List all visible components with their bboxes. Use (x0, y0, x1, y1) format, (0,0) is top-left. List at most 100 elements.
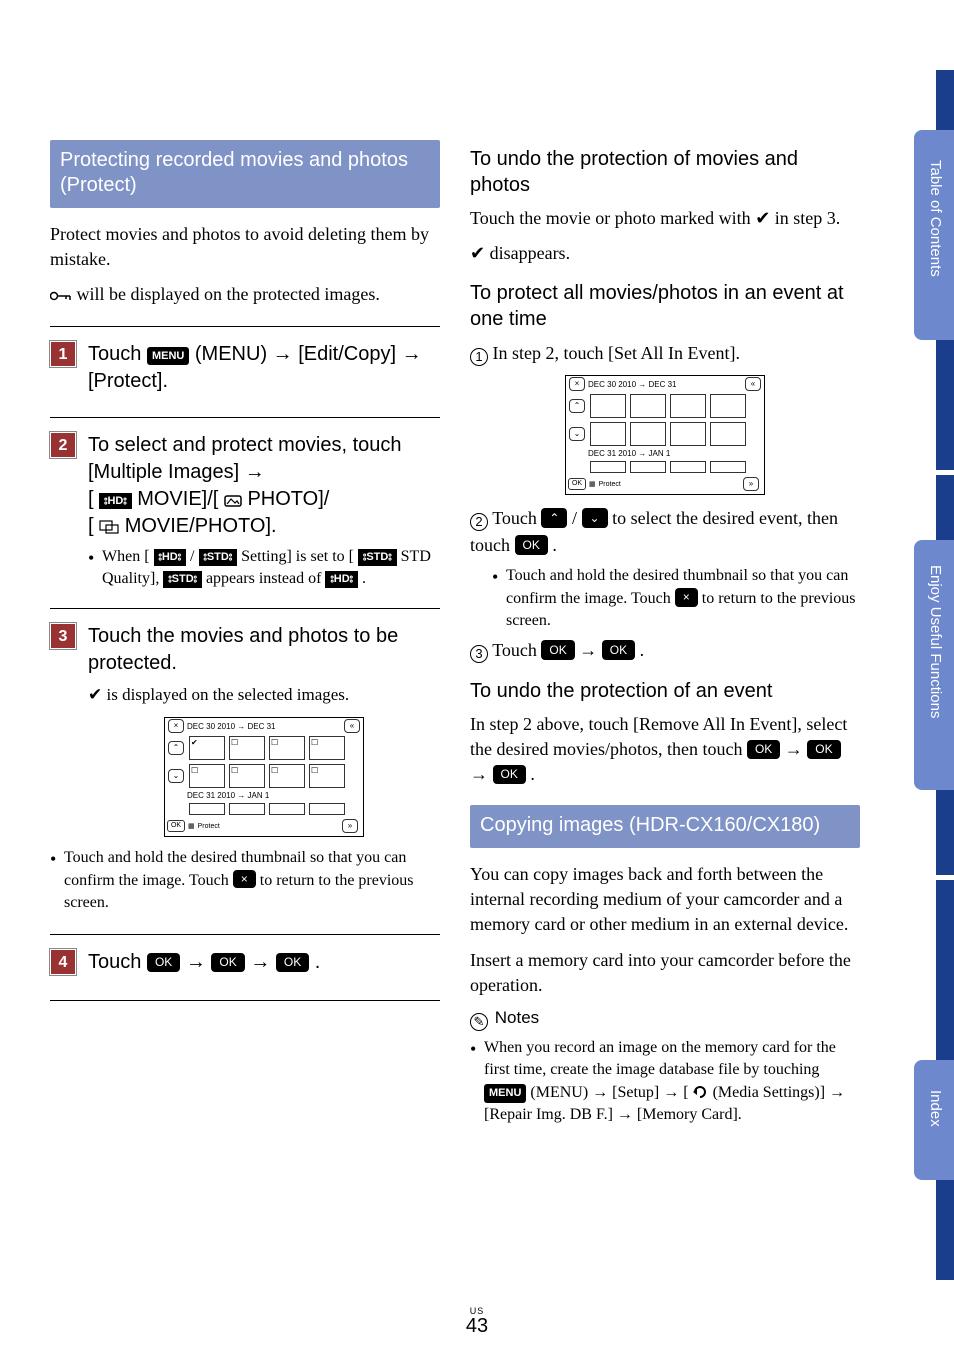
tab-label[interactable]: Table of Contents (927, 160, 944, 277)
note-bullet: When [ ⦂HD⦂ / ⦂STD⦂ Setting] is set to [… (88, 546, 440, 591)
thumbnail (590, 394, 626, 418)
down-icon: ⌄ (168, 769, 184, 783)
thumbnail (269, 803, 305, 815)
text: Touch (492, 640, 541, 660)
thumbnail (710, 422, 746, 446)
circled-number-icon: 3 (470, 645, 488, 663)
date-label: DEC 30 2010 → DEC 31 (187, 721, 276, 732)
thumbnail (710, 394, 746, 418)
tab-label[interactable]: Index (927, 1090, 944, 1127)
date-label: DEC 30 2010 → DEC 31 (588, 379, 677, 390)
circled-number-icon: 2 (470, 513, 488, 531)
thumbnail (630, 394, 666, 418)
thumbnail: ☐ (309, 764, 345, 788)
text: will be displayed on the protected image… (72, 284, 380, 304)
ok-pill-icon: OK (602, 640, 635, 660)
text: Touch (88, 951, 147, 973)
photo-icon (224, 493, 242, 507)
text: [Protect]. (88, 370, 168, 392)
step-number: 3 (50, 623, 76, 649)
text: . (640, 640, 645, 660)
section-heading-protect: Protecting recorded movies and photos (P… (50, 140, 440, 208)
tab-label[interactable]: Enjoy Useful Functions (927, 565, 944, 718)
step-number: 2 (50, 432, 76, 458)
down-pill-icon: ⌄ (582, 508, 608, 528)
text: . (552, 535, 557, 555)
subheading: To undo the protection of an event (470, 678, 860, 704)
media-settings-icon (693, 1085, 709, 1099)
check-icon: ✔ (755, 208, 770, 228)
arrow-icon: → (829, 1084, 845, 1101)
scroll-up-icon: « (344, 719, 360, 733)
notes-icon: ✎ (470, 1013, 488, 1031)
subheading: To protect all movies/photos in an event… (470, 280, 860, 332)
ok-pill-icon: OK (747, 740, 780, 759)
thumbnail (670, 461, 706, 473)
text: ✔ is displayed on the selected images. (88, 683, 440, 707)
arrow-icon: → (592, 1084, 608, 1101)
text: [Edit/Copy] (298, 343, 401, 365)
thumbnail (670, 394, 706, 418)
step-instruction: Touch the movies and photos to be protec… (88, 623, 440, 677)
ok-pill-icon: OK (276, 953, 309, 971)
date-label: DEC 31 2010 → JAN 1 (187, 790, 269, 801)
thumbnail: ☐ (229, 736, 265, 760)
up-pill-icon: ⌃ (541, 508, 567, 528)
step-2: 2 To select and protect movies, touch [M… (50, 432, 440, 595)
thumbnail (590, 461, 626, 473)
subheading: To undo the protection of movies and pho… (470, 146, 860, 198)
arrow-icon: → (470, 764, 488, 784)
menu-button-icon: MENU (147, 347, 189, 366)
step-number: 1 (50, 341, 76, 367)
arrow-icon: → (245, 461, 265, 483)
ok-button: OK (167, 820, 185, 832)
paragraph: ✔ disappears. (470, 241, 860, 266)
close-pill-icon: × (233, 870, 256, 889)
step-instruction: To select and protect movies, touch [Mul… (88, 432, 440, 540)
text: / (572, 508, 582, 528)
paragraph: In step 2 above, touch [Remove All In Ev… (470, 712, 860, 788)
paragraph: Touch the movie or photo marked with ✔ i… (470, 206, 860, 231)
thumbnail (710, 461, 746, 473)
substep-3: 3 Touch OK → OK . (470, 637, 860, 664)
text: [ (88, 488, 94, 510)
close-icon: × (168, 719, 184, 733)
key-icon (50, 290, 72, 302)
text: (MENU) (195, 343, 273, 365)
intro-paragraph: Protect movies and photos to avoid delet… (50, 222, 440, 272)
right-column: To undo the protection of movies and pho… (470, 140, 860, 1131)
scroll-up-icon: « (745, 377, 761, 391)
ok-pill-icon: OK (147, 953, 180, 971)
side-tabs: Table of Contents Enjoy Useful Functions… (894, 0, 954, 1357)
up-icon: ⌃ (569, 399, 585, 413)
close-icon: × (569, 377, 585, 391)
std-icon: ⦂STD⦂ (163, 571, 202, 588)
page-number: US 43 (0, 1306, 954, 1337)
left-column: Protecting recorded movies and photos (P… (50, 140, 440, 1131)
note-bullet: Touch and hold the desired thumbnail so … (492, 565, 860, 632)
thumbnail: ☐ (269, 764, 305, 788)
thumbnail (309, 803, 345, 815)
thumbnail (670, 422, 706, 446)
arrow-icon: → (579, 640, 597, 660)
up-icon: ⌃ (168, 741, 184, 755)
thumbnail: ☐ (269, 736, 305, 760)
close-pill-icon: × (675, 588, 698, 607)
movie-photo-icon (99, 520, 119, 534)
text: MOVIE]/[ (137, 488, 218, 510)
ok-pill-icon: OK (493, 765, 526, 784)
notes-heading: ✎ Notes (470, 1008, 860, 1031)
ok-pill-icon: OK (807, 740, 840, 759)
note-bullet: When you record an image on the memory c… (470, 1037, 860, 1127)
check-icon: ✔ (88, 685, 102, 704)
hd-icon: ⦂HD⦂ (99, 493, 132, 510)
camcorder-screen-preview: × DEC 30 2010 → DEC 31 « ⌃ ⌄ ✔ (164, 717, 364, 837)
step-instruction: Touch MENU (MENU) → [Edit/Copy] → [Prote… (88, 341, 440, 395)
text: In step 2, touch [Set All In Event]. (493, 343, 740, 363)
footer-label: Protect (599, 481, 621, 488)
text: MOVIE/PHOTO]. (125, 515, 277, 537)
footer-label: Protect (198, 823, 220, 830)
arrow-icon: → (663, 1084, 679, 1101)
hd-icon: ⦂HD⦂ (154, 549, 187, 566)
date-label: DEC 31 2010 → JAN 1 (588, 448, 670, 459)
